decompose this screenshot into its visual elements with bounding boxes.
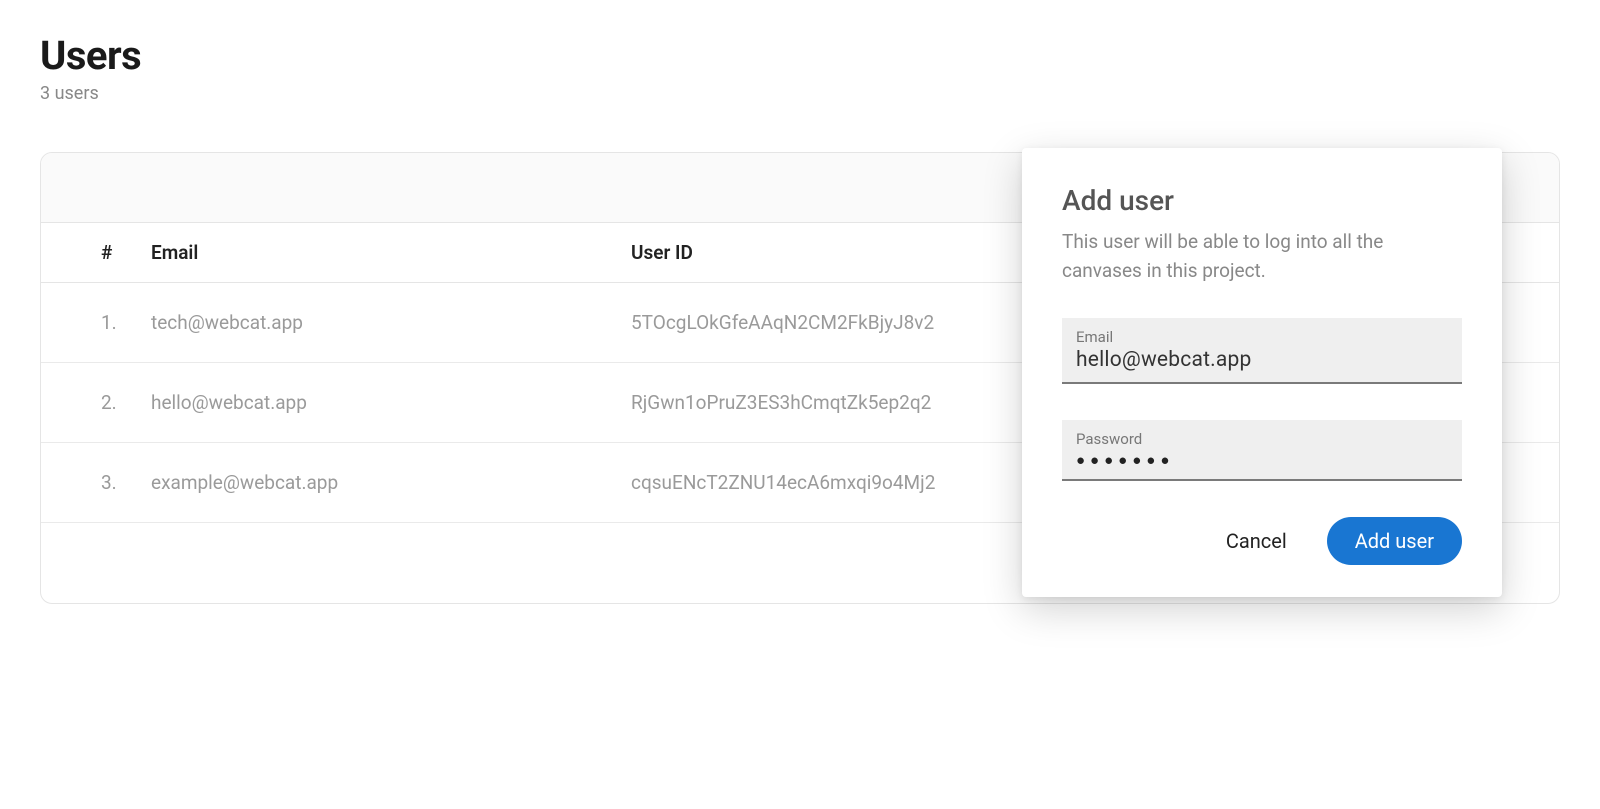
column-header-index: #: [41, 241, 151, 264]
password-field-label: Password: [1076, 430, 1448, 448]
dialog-title: Add user: [1062, 184, 1462, 217]
cell-email: hello@webcat.app: [151, 391, 631, 414]
password-field[interactable]: [1076, 451, 1448, 469]
email-field-container[interactable]: Email: [1062, 318, 1462, 384]
page-subtitle: 3 users: [40, 83, 1560, 104]
column-header-email: Email: [151, 241, 631, 264]
page-title: Users: [40, 32, 1560, 79]
page-header: Users 3 users: [40, 32, 1560, 104]
cell-email: example@webcat.app: [151, 471, 631, 494]
cell-index: 2.: [41, 391, 151, 414]
add-user-dialog: Add user This user will be able to log i…: [1022, 148, 1502, 597]
email-field-label: Email: [1076, 328, 1448, 346]
dialog-description: This user will be able to log into all t…: [1062, 227, 1462, 286]
cell-index: 3.: [41, 471, 151, 494]
email-field[interactable]: [1076, 348, 1448, 372]
password-field-container[interactable]: Password: [1062, 420, 1462, 481]
cell-email: tech@webcat.app: [151, 311, 631, 334]
dialog-actions: Cancel Add user: [1062, 517, 1462, 565]
cancel-button[interactable]: Cancel: [1214, 521, 1299, 561]
add-user-button[interactable]: Add user: [1327, 517, 1462, 565]
cell-index: 1.: [41, 311, 151, 334]
